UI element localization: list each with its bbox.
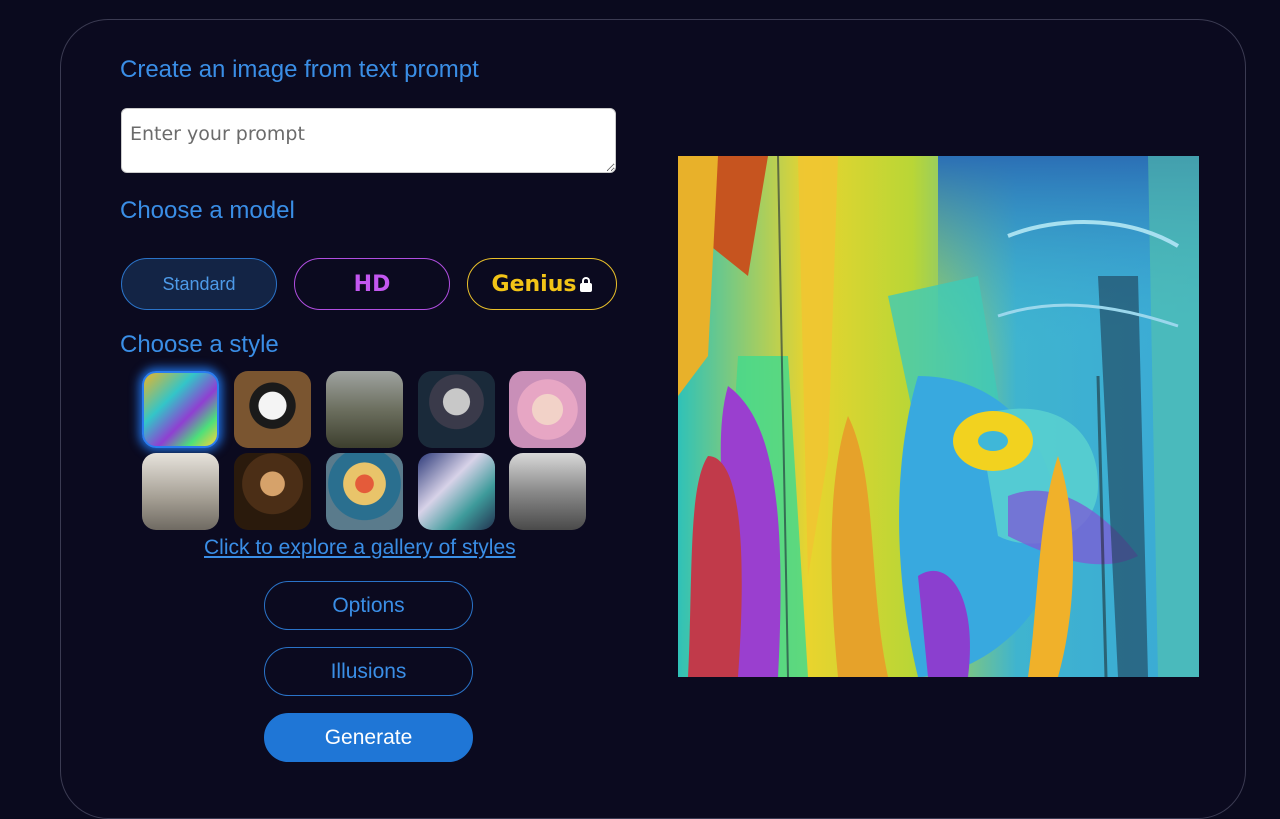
generate-button[interactable]: Generate	[264, 713, 473, 762]
illusions-button[interactable]: Illusions	[264, 647, 473, 696]
style-tile-abstract[interactable]	[142, 371, 219, 448]
style-tile-sketch-car[interactable]	[142, 453, 219, 530]
illusions-label: Illusions	[330, 659, 407, 683]
generated-image-preview	[678, 156, 1199, 677]
style-tile-flowers[interactable]	[326, 453, 403, 530]
model-hd-button[interactable]: HD	[294, 258, 450, 310]
options-button[interactable]: Options	[264, 581, 473, 630]
create-image-heading: Create an image from text prompt	[120, 56, 479, 83]
gallery-link[interactable]: Click to explore a gallery of styles	[204, 536, 516, 560]
style-tile-city-sketch[interactable]	[509, 453, 586, 530]
lock-icon	[580, 277, 593, 292]
abstract-painting-image	[678, 156, 1199, 677]
model-standard-label: Standard	[162, 273, 236, 294]
prompt-input[interactable]	[121, 108, 616, 173]
model-standard-button[interactable]: Standard	[121, 258, 277, 310]
style-tile-anime[interactable]	[509, 371, 586, 448]
generate-label: Generate	[324, 725, 413, 749]
options-label: Options	[332, 593, 405, 617]
style-tile-landscape[interactable]	[326, 371, 403, 448]
model-genius-label: Genius	[491, 271, 577, 297]
style-tile-panda[interactable]	[234, 371, 311, 448]
choose-style-heading: Choose a style	[120, 331, 279, 358]
style-tile-robot[interactable]	[418, 371, 495, 448]
style-tile-renaissance[interactable]	[234, 453, 311, 530]
choose-model-heading: Choose a model	[120, 197, 295, 224]
style-tile-ballet[interactable]	[418, 453, 495, 530]
model-hd-label: HD	[353, 271, 391, 297]
model-genius-button[interactable]: Genius	[467, 258, 617, 310]
